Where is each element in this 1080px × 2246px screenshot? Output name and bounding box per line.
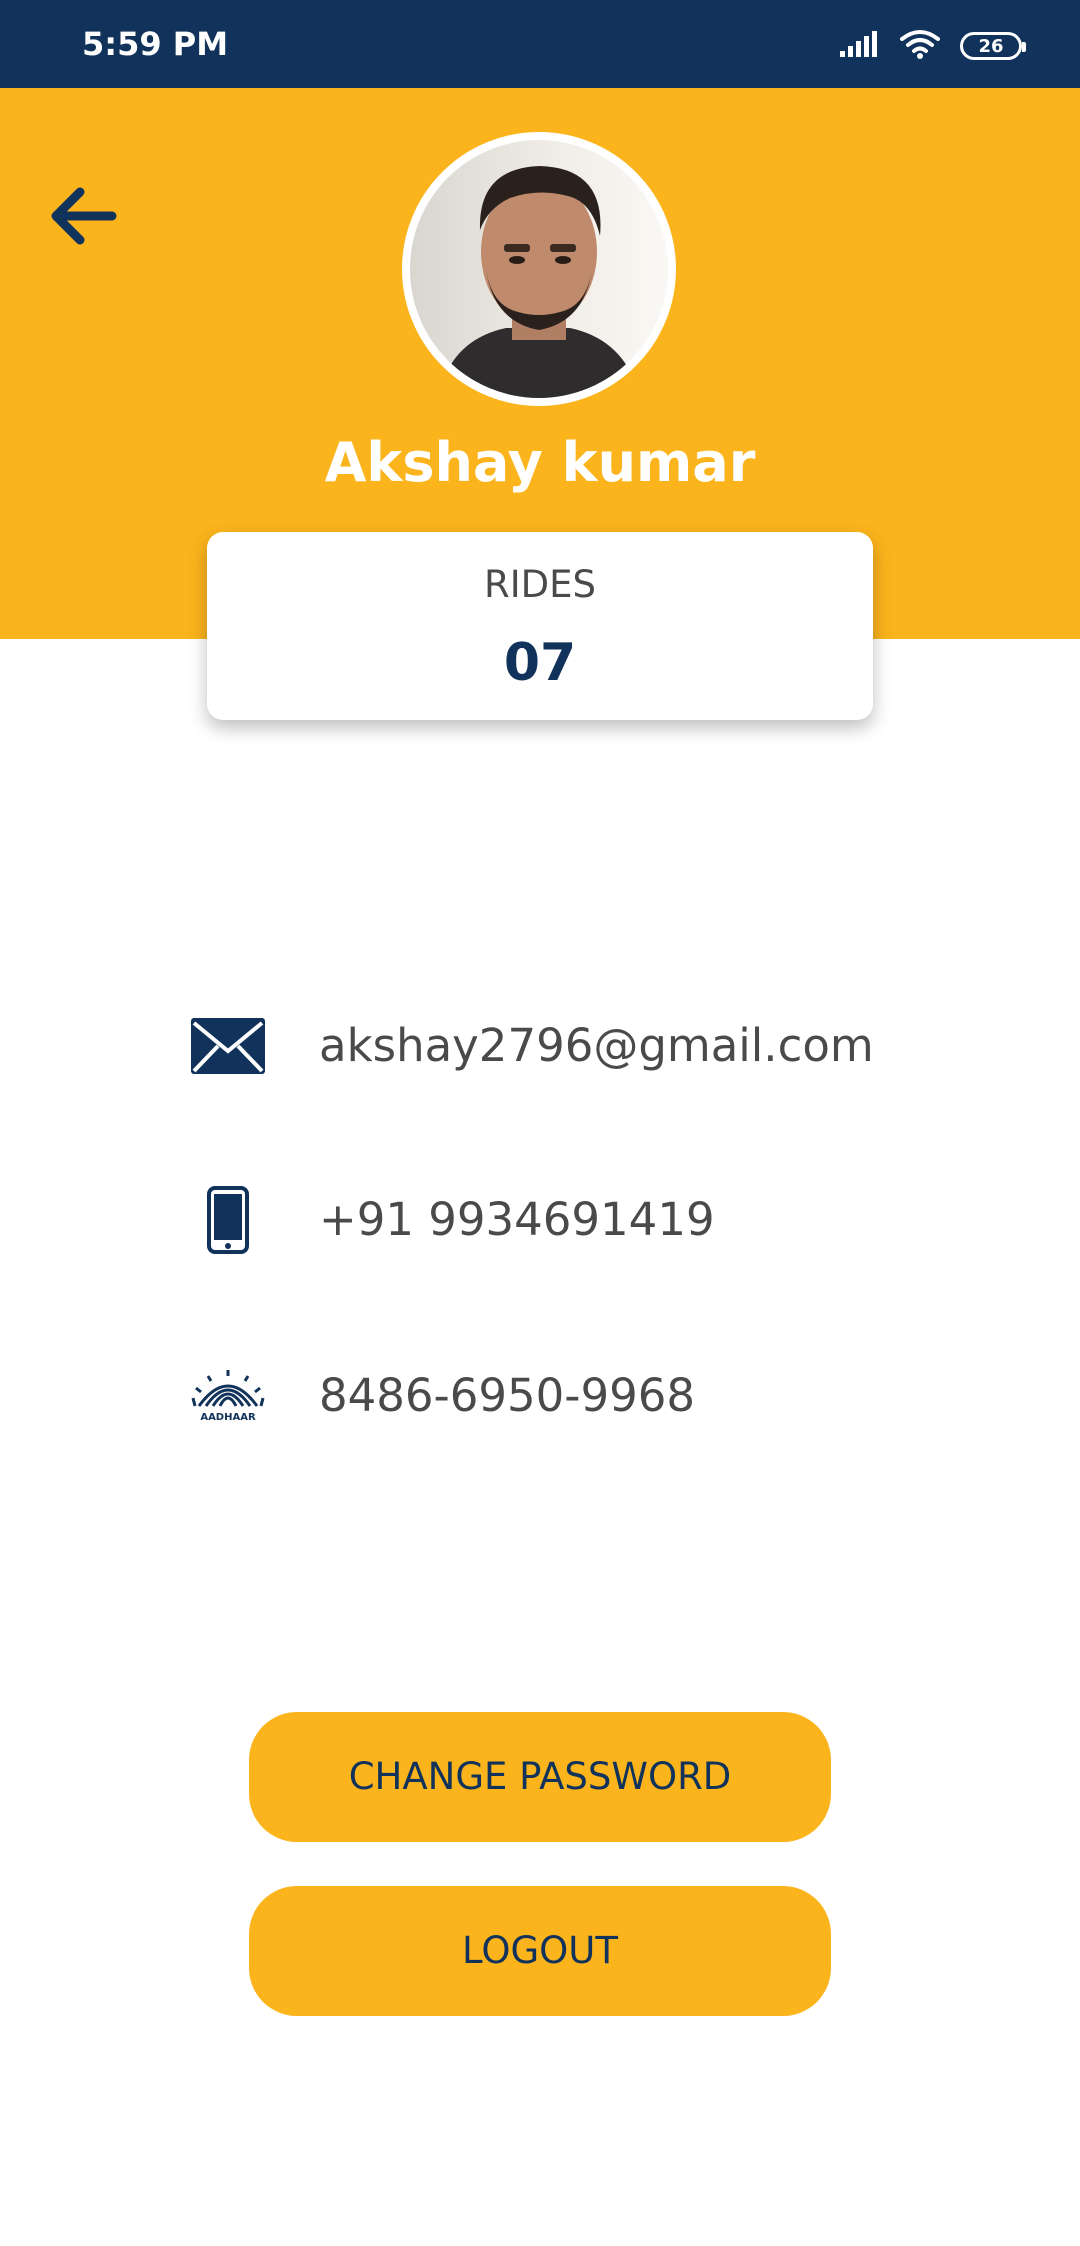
phone-value: +91 9934691419 — [319, 1193, 715, 1246]
status-bar: 5:59 PM 26 — [0, 0, 1080, 88]
battery-tip — [1022, 42, 1026, 52]
email-row: akshay2796@gmail.com — [0, 1006, 1080, 1086]
signal-icon — [838, 30, 880, 62]
back-button[interactable] — [40, 176, 124, 260]
rides-label: RIDES — [484, 563, 596, 606]
rides-card: RIDES 07 — [207, 532, 873, 720]
email-value: akshay2796@gmail.com — [319, 1019, 874, 1072]
aadhaar-logo-text: AADHAAR — [200, 1412, 256, 1423]
change-password-button[interactable]: CHANGE PASSWORD — [249, 1712, 831, 1842]
phone-icon — [188, 1180, 268, 1260]
battery-icon: 26 — [960, 32, 1026, 60]
aadhaar-icon: AADHAAR — [188, 1356, 268, 1436]
status-time: 5:59 PM — [82, 25, 229, 63]
aadhaar-row: AADHAAR 8486-6950-9968 — [0, 1356, 1080, 1436]
rides-count: 07 — [503, 633, 577, 693]
arrow-left-icon — [46, 180, 118, 256]
avatar-photo — [410, 140, 668, 398]
aadhaar-value: 8486-6950-9968 — [319, 1369, 696, 1422]
wifi-icon — [898, 28, 942, 64]
logout-button[interactable]: LOGOUT — [249, 1886, 831, 2016]
battery-level: 26 — [978, 35, 1004, 57]
status-icons: 26 — [838, 28, 1026, 64]
email-icon — [188, 1006, 268, 1086]
phone-row: +91 9934691419 — [0, 1180, 1080, 1260]
avatar[interactable] — [402, 132, 676, 406]
profile-name: Akshay kumar — [324, 431, 756, 494]
